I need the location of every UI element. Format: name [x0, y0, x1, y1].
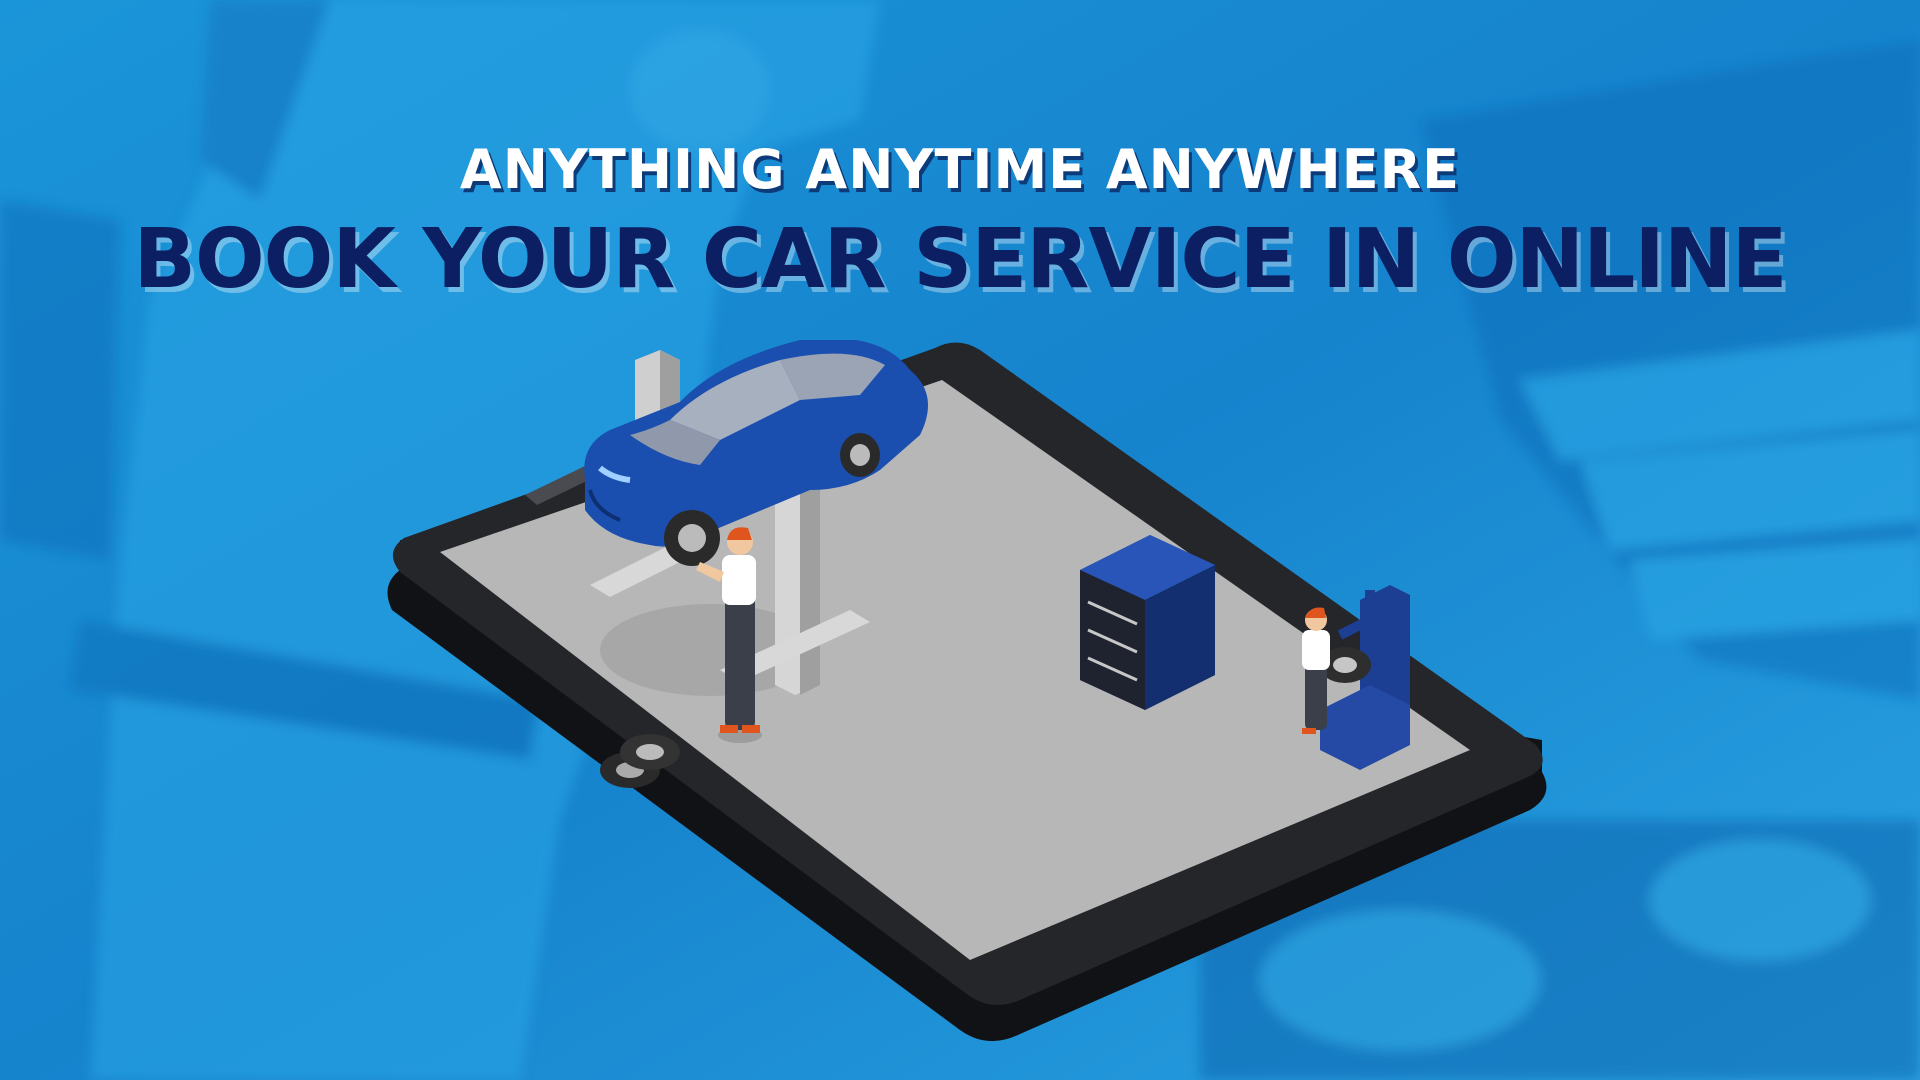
banner: ANYTHING ANYTIME ANYWHERE BOOK YOUR CAR … [0, 0, 1920, 1080]
tagline: ANYTHING ANYTIME ANYWHERE [459, 138, 1461, 201]
car-service-illustration [387, 340, 1547, 1042]
tool-cabinet-icon [1080, 535, 1215, 710]
page-title: BOOK YOUR CAR SERVICE IN ONLINE [133, 212, 1787, 307]
